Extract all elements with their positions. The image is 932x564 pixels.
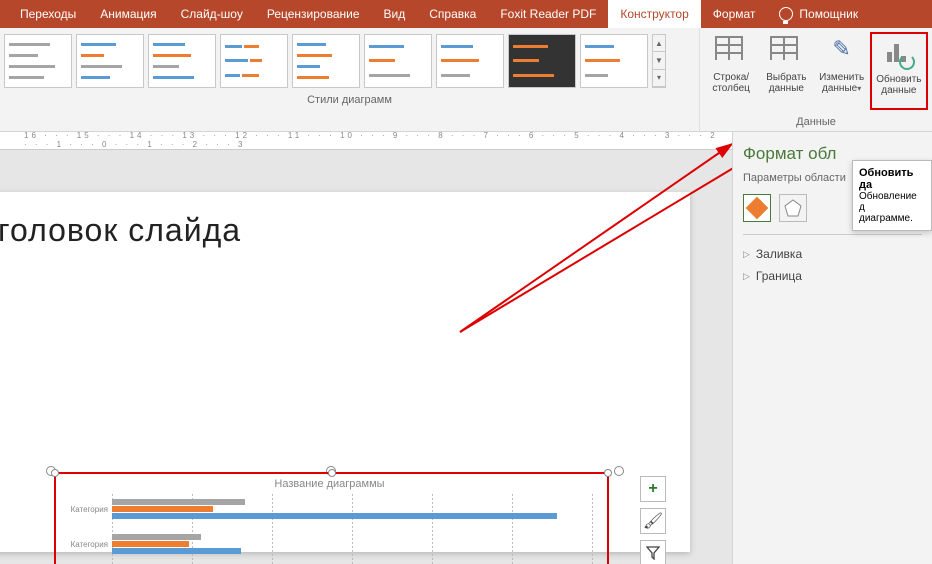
paint-bucket-icon	[746, 197, 769, 220]
chart-style-thumb[interactable]	[148, 34, 216, 88]
tab-transitions[interactable]: Переходы	[8, 0, 88, 28]
selection-handle[interactable]	[614, 466, 624, 476]
ribbon-tab-bar: Переходы Анимация Слайд-шоу Рецензирован…	[0, 0, 932, 28]
refresh-icon	[883, 38, 915, 70]
chart-bar[interactable]	[112, 534, 201, 540]
selection-handle[interactable]	[51, 469, 59, 477]
data-group: Строка/ столбец Выбрать данные ✎ Изменит…	[700, 28, 932, 131]
chart-style-thumb[interactable]	[508, 34, 576, 88]
chart-bar[interactable]	[112, 541, 189, 547]
selection-handle[interactable]	[604, 469, 612, 477]
slide-title[interactable]: головок слайда	[0, 192, 690, 259]
chart-object[interactable]: Название диаграммы КатегорияКатегорияКат…	[54, 472, 609, 564]
chart-style-thumb[interactable]	[292, 34, 360, 88]
chart-style-thumb[interactable]	[436, 34, 504, 88]
pane-item-fill[interactable]: ▷Заливка	[743, 243, 922, 265]
ribbon-body: ▲▼▾ Стили диаграмм Строка/ столбец Выбра…	[0, 28, 932, 132]
chevron-right-icon: ▷	[743, 271, 750, 282]
tooltip-title: Обновить да	[859, 167, 913, 191]
refresh-data-button[interactable]: Обновить данные	[870, 32, 928, 110]
tab-help[interactable]: Справка	[417, 0, 488, 28]
chart-bar[interactable]	[112, 506, 213, 512]
tooltip: Обновить да Обновление д диаграмме.	[852, 160, 932, 231]
chart-style-more[interactable]: ▲▼▾	[652, 34, 666, 88]
select-data-button[interactable]: Выбрать данные	[759, 32, 813, 110]
chart-title[interactable]: Название диаграммы	[62, 478, 597, 490]
switch-row-col-button[interactable]: Строка/ столбец	[704, 32, 758, 110]
chart-styles-group: ▲▼▾ Стили диаграмм	[0, 28, 700, 131]
edit-data-button[interactable]: ✎ Изменить данные▾	[815, 32, 869, 110]
chevron-right-icon: ▷	[743, 249, 750, 260]
select-data-icon	[770, 36, 798, 60]
tab-animation[interactable]: Анимация	[88, 0, 168, 28]
tab-design[interactable]: Конструктор	[608, 0, 700, 28]
chart-bar[interactable]	[112, 548, 241, 554]
tab-view[interactable]: Вид	[372, 0, 418, 28]
tab-review[interactable]: Рецензирование	[255, 0, 372, 28]
chart-styles-label: Стили диаграмм	[4, 94, 695, 106]
chart-filters-button[interactable]	[640, 540, 666, 564]
pane-tab-effects[interactable]	[779, 194, 807, 222]
chart-style-thumb[interactable]	[220, 34, 288, 88]
tab-slideshow[interactable]: Слайд-шоу	[169, 0, 255, 28]
slide-area: 16 · · · 15 · · · 14 · · · 13 · · · 12 ·…	[0, 132, 732, 564]
chart-style-thumb[interactable]	[76, 34, 144, 88]
tell-me[interactable]: Помощник	[767, 7, 870, 21]
category-label: Категория	[62, 540, 112, 549]
tooltip-body: Обновление д	[859, 191, 917, 213]
pentagon-icon	[784, 199, 802, 217]
horizontal-ruler: 16 · · · 15 · · · 14 · · · 13 · · · 12 ·…	[0, 132, 732, 150]
chart-bar[interactable]	[112, 513, 557, 519]
tooltip-body: диаграмме.	[859, 213, 913, 224]
tab-format[interactable]: Формат	[701, 0, 768, 28]
switch-icon	[715, 36, 743, 60]
funnel-icon	[646, 546, 660, 560]
chart-style-thumb[interactable]	[580, 34, 648, 88]
pane-item-border[interactable]: ▷Граница	[743, 265, 922, 287]
tab-foxit[interactable]: Foxit Reader PDF	[488, 0, 608, 28]
workspace: 16 · · · 15 · · · 14 · · · 13 · · · 12 ·…	[0, 132, 932, 564]
chart-style-thumb[interactable]	[4, 34, 72, 88]
pane-tab-fill[interactable]	[743, 194, 771, 222]
chart-elements-button[interactable]: +	[640, 476, 666, 502]
chart-style-thumb[interactable]	[364, 34, 432, 88]
category-label: Категория	[62, 505, 112, 514]
chart-styles-button[interactable]: 🖌	[640, 508, 666, 534]
edit-data-icon: ✎	[826, 36, 858, 68]
selection-handle[interactable]	[328, 469, 336, 477]
help-label: Помощник	[799, 7, 858, 21]
chart-plot-area[interactable]: КатегорияКатегорияКатегорияКатегория0204…	[62, 494, 597, 564]
data-group-label: Данные	[704, 116, 928, 128]
chart-bar[interactable]	[112, 499, 245, 505]
bulb-icon	[779, 7, 793, 21]
